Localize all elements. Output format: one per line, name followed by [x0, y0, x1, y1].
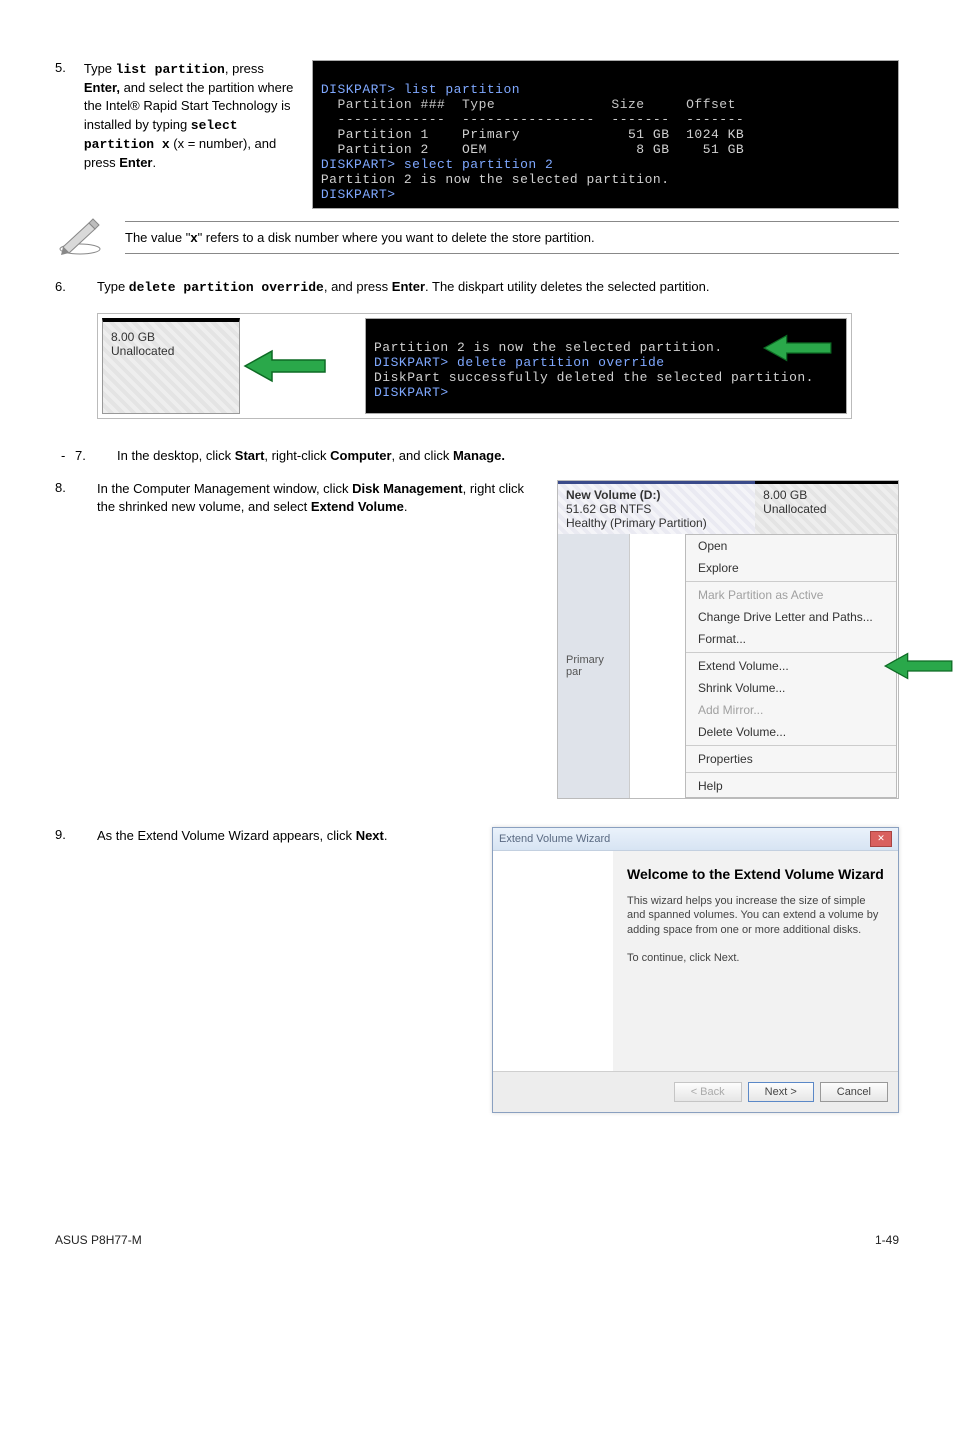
step-9: 9. As the Extend Volume Wizard appears, …: [55, 827, 899, 1113]
menu-open[interactable]: Open: [686, 535, 896, 557]
wizard-sidebar: [493, 851, 613, 1071]
code-delete-partition: delete partition override: [129, 280, 324, 295]
step-7-text: In the desktop, click Start, right-click…: [117, 447, 899, 466]
step-number: 8.: [55, 480, 97, 799]
step-6: 6. Type delete partition override, and p…: [55, 279, 899, 295]
step-7: 7. In the desktop, click Start, right-cl…: [55, 447, 899, 466]
primary-partition-label: Primary par: [558, 534, 630, 798]
menu-properties[interactable]: Properties: [686, 748, 896, 770]
disk-mgmt-screenshot: 8.00 GB Unallocated Partition 2 is now t…: [97, 313, 852, 419]
menu-shrink-volume[interactable]: Shrink Volume...: [686, 677, 896, 699]
menu-delete-volume[interactable]: Delete Volume...: [686, 721, 896, 743]
back-button: < Back: [674, 1082, 742, 1102]
arrow-left-icon: [240, 348, 330, 384]
arrow-left-icon: [881, 651, 954, 681]
menu-explore[interactable]: Explore: [686, 557, 896, 579]
unallocated-partition-box: 8.00 GB Unallocated: [102, 318, 240, 414]
step-6-text: Type delete partition override, and pres…: [97, 279, 899, 295]
next-button[interactable]: Next >: [748, 1082, 814, 1102]
menu-format[interactable]: Format...: [686, 628, 896, 650]
wizard-heading: Welcome to the Extend Volume Wizard: [627, 865, 886, 883]
step-8-text: In the Computer Management window, click…: [97, 480, 557, 799]
disk-management-screenshot: New Volume (D:) 51.62 GB NTFS Healthy (P…: [557, 480, 899, 799]
context-menu: Open Explore Mark Partition as Active Ch…: [685, 534, 897, 798]
step-8: 8. In the Computer Management window, cl…: [55, 480, 899, 799]
menu-extend-volume[interactable]: Extend Volume...: [686, 655, 896, 677]
menu-help[interactable]: Help: [686, 775, 896, 797]
menu-add-mirror: Add Mirror...: [686, 699, 896, 721]
pencil-icon: [55, 217, 105, 257]
wizard-body: Welcome to the Extend Volume Wizard This…: [613, 851, 898, 1071]
step-number: 7.: [75, 447, 117, 466]
close-icon[interactable]: ✕: [870, 831, 892, 847]
step-number: 6.: [55, 279, 97, 295]
step-number: 9.: [55, 827, 97, 1113]
cancel-button[interactable]: Cancel: [820, 1082, 888, 1102]
wizard-title: Extend Volume Wizard: [499, 833, 610, 845]
step-number: 5.: [55, 60, 66, 209]
step-9-text: As the Extend Volume Wizard appears, cli…: [97, 827, 492, 1113]
page-footer: ASUS P8H77-M 1-49: [55, 1233, 899, 1247]
note-text: The value "x" refers to a disk number wh…: [125, 221, 899, 254]
terminal-screenshot-1: DISKPART> list partition Partition ### T…: [312, 60, 899, 209]
code-list-partition: list partition: [116, 62, 225, 77]
volume-box: New Volume (D:) 51.62 GB NTFS Healthy (P…: [558, 481, 755, 534]
extend-volume-wizard-dialog: Extend Volume Wizard ✕ Welcome to the Ex…: [492, 827, 899, 1113]
note-callout: The value "x" refers to a disk number wh…: [55, 217, 899, 257]
step-5: 5. Type list partition, press Enter, and…: [55, 60, 899, 209]
menu-mark-active: Mark Partition as Active: [686, 584, 896, 606]
arrow-left-icon: [755, 333, 840, 363]
terminal-screenshot-2: Partition 2 is now the selected partitio…: [365, 318, 847, 414]
footer-right: 1-49: [875, 1233, 899, 1247]
wizard-titlebar: Extend Volume Wizard ✕: [493, 828, 898, 851]
step-5-text: Type list partition, press Enter, and se…: [84, 60, 294, 209]
unallocated-box: 8.00 GB Unallocated: [755, 481, 898, 534]
footer-left: ASUS P8H77-M: [55, 1233, 142, 1247]
menu-change-letter[interactable]: Change Drive Letter and Paths...: [686, 606, 896, 628]
